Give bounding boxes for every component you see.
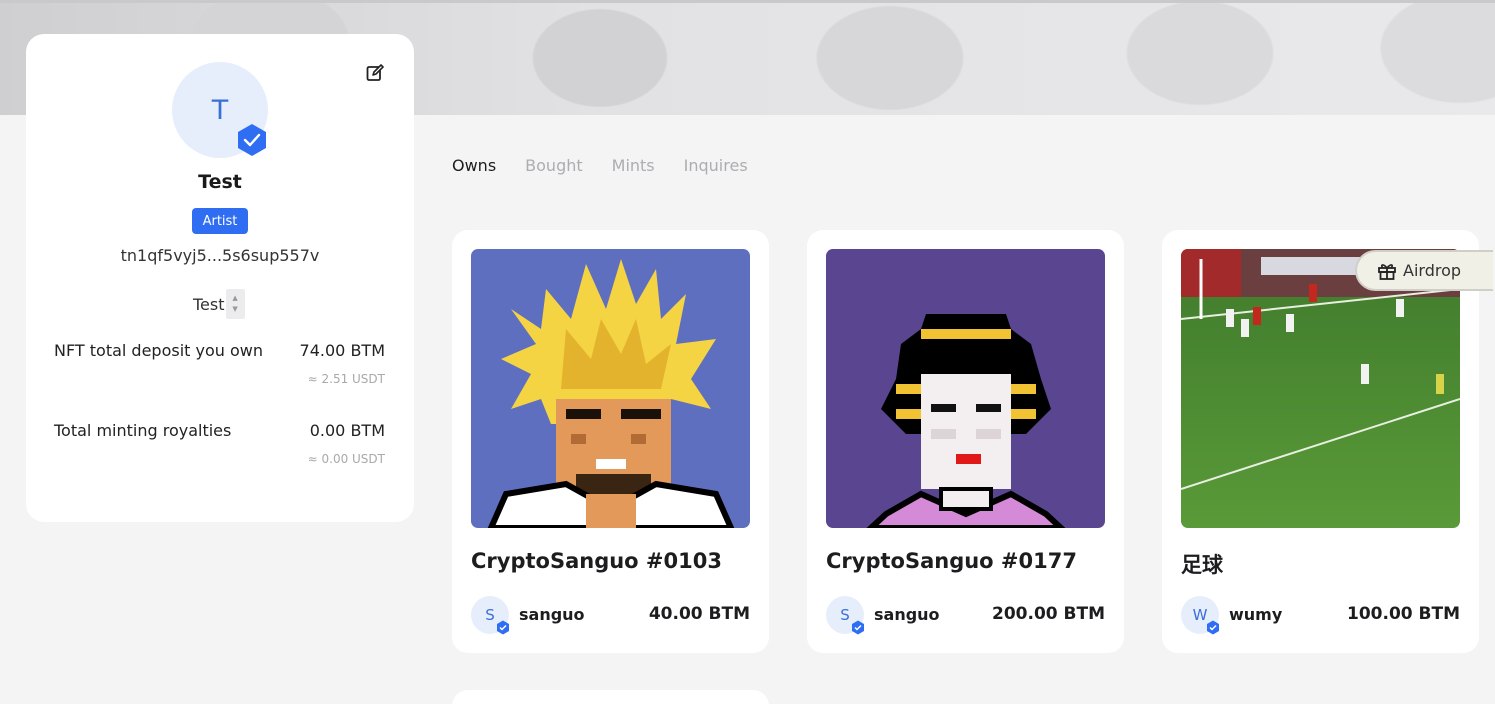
tab-bought[interactable]: Bought xyxy=(525,156,582,175)
avatar-initial: T xyxy=(211,94,229,126)
nft-image[interactable] xyxy=(826,249,1105,528)
nft-price: 100.00 BTM xyxy=(1347,604,1460,624)
profile-name: Test xyxy=(198,171,242,193)
verified-icon xyxy=(852,620,864,635)
deposit-usdt: ≈ 2.51 USDT xyxy=(307,372,385,386)
nft-card[interactable]: CryptoSanguo #0177 S sanguo 200.00 BTM xyxy=(807,230,1124,653)
verified-icon xyxy=(238,124,266,156)
selector-value: Test xyxy=(193,294,225,314)
airdrop-label: Airdrop xyxy=(1403,261,1462,280)
wallet-address[interactable]: tn1qf5vyj5...5s6sup557v xyxy=(26,246,414,265)
owner-initial: S xyxy=(840,606,850,624)
nft-image[interactable] xyxy=(471,249,750,528)
airdrop-button[interactable]: Airdrop xyxy=(1355,250,1493,291)
tab-inquires[interactable]: Inquires xyxy=(684,156,748,175)
tab-mints[interactable]: Mints xyxy=(612,156,655,175)
role-badge: Artist xyxy=(192,208,248,234)
verified-icon xyxy=(1207,620,1219,635)
nft-card[interactable]: 足球 W wumy 100.00 BTM xyxy=(1162,230,1479,653)
nft-card[interactable]: CryptoSanguo #0103 S sanguo 40.00 BTM xyxy=(452,230,769,653)
nft-price: 40.00 BTM xyxy=(648,604,750,624)
account-selector[interactable]: Test ▲ ▼ xyxy=(193,288,245,320)
deposit-value: 74.00 BTM xyxy=(299,341,385,360)
nft-title[interactable]: CryptoSanguo #0103 xyxy=(471,549,722,573)
tab-owns[interactable]: Owns xyxy=(452,156,496,175)
owner-name[interactable]: wumy xyxy=(1229,605,1282,624)
chevron-down-icon[interactable]: ▼ xyxy=(232,304,237,315)
royalties-value: 0.00 BTM xyxy=(309,421,385,440)
nft-price: 200.00 BTM xyxy=(992,604,1105,624)
edit-icon[interactable] xyxy=(366,64,384,82)
royalties-label: Total minting royalties xyxy=(54,421,232,440)
nft-tabs: Owns Bought Mints Inquires xyxy=(452,156,748,175)
chevron-up-icon[interactable]: ▲ xyxy=(232,293,237,304)
nft-card-partial[interactable] xyxy=(452,690,769,704)
selector-stepper[interactable]: ▲ ▼ xyxy=(225,289,245,319)
owner-name[interactable]: sanguo xyxy=(874,605,940,624)
nft-title[interactable]: CryptoSanguo #0177 xyxy=(826,549,1077,573)
verified-icon xyxy=(497,620,509,635)
royalties-usdt: ≈ 0.00 USDT xyxy=(307,452,385,466)
nft-title[interactable]: 足球 xyxy=(1181,549,1223,579)
profile-panel: T Test Artist tn1qf5vyj5...5s6sup557v Te… xyxy=(26,34,414,522)
owner-initial: S xyxy=(485,606,495,624)
owner-name[interactable]: sanguo xyxy=(519,605,585,624)
deposit-label: NFT total deposit you own xyxy=(54,341,264,360)
gift-icon xyxy=(1378,263,1396,280)
